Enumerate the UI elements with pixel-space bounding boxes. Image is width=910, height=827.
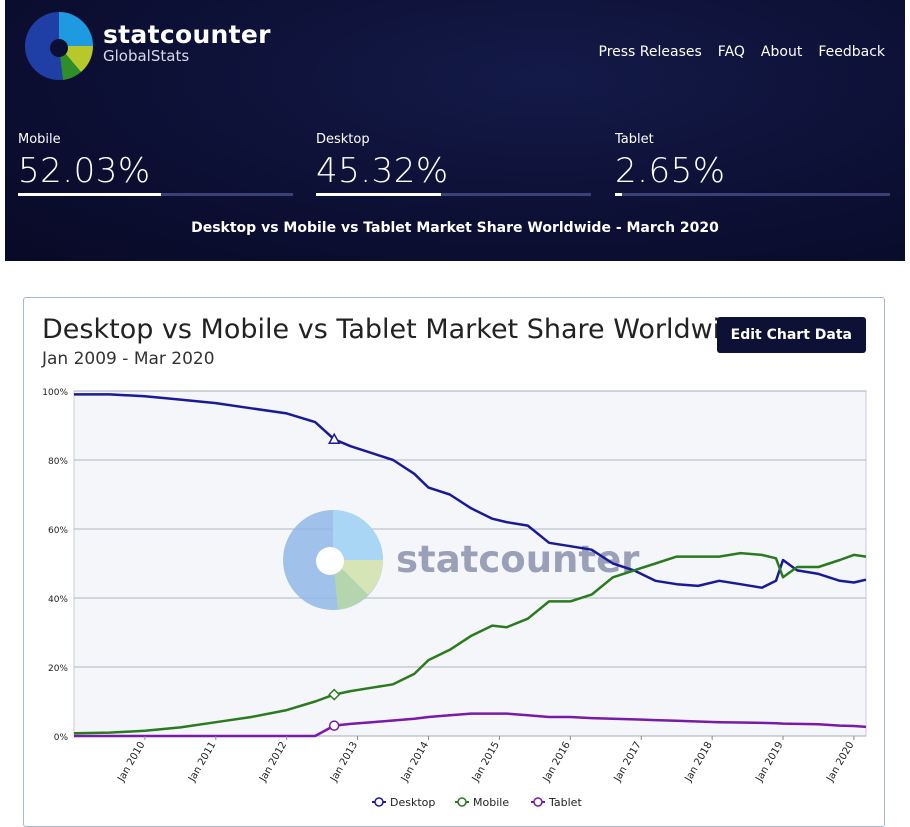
nav-about[interactable]: About	[761, 44, 802, 60]
y-tick-label: 20%	[48, 664, 68, 674]
x-tick-label: Jan 2014	[399, 740, 431, 785]
legend-marker-icon	[457, 797, 467, 807]
legend-item-tablet[interactable]: Tablet	[548, 796, 582, 809]
edit-chart-data-button[interactable]: Edit Chart Data	[716, 317, 866, 353]
legend-marker-icon	[533, 797, 543, 807]
stat-tablet: Tablet 2.65%	[615, 132, 890, 196]
x-tick-label: Jan 2017	[612, 740, 644, 785]
hero-caption: Desktop vs Mobile vs Tablet Market Share…	[191, 220, 719, 236]
data-point-marker[interactable]	[328, 720, 340, 731]
brand: statcounter GlobalStats	[103, 20, 271, 65]
x-tick-label: Jan 2013	[328, 740, 360, 785]
hero-banner: statcounter GlobalStats Press Releases F…	[5, 0, 905, 261]
stat-desktop: Desktop 45.32%	[316, 132, 591, 196]
brand-name: statcounter	[103, 20, 271, 49]
stat-value: 52.03%	[18, 151, 151, 191]
y-tick-label: 60%	[48, 526, 68, 536]
y-tick-label: 80%	[48, 457, 68, 467]
x-tick-label: Jan 2010	[115, 740, 147, 785]
stat-label: Tablet	[615, 132, 654, 147]
x-tick-label: Jan 2012	[257, 740, 289, 785]
x-tick-label: Jan 2019	[754, 740, 786, 785]
stat-bar	[615, 193, 890, 196]
x-tick-label: Jan 2016	[541, 740, 573, 785]
legend-item-desktop[interactable]: Desktop	[390, 796, 435, 809]
watermark-text: statcounter	[396, 538, 640, 581]
stat-bar-fill	[18, 193, 162, 196]
x-tick-label: Jan 2011	[186, 740, 218, 785]
x-tick-label: Jan 2018	[683, 740, 715, 785]
stat-bar-fill	[316, 193, 441, 196]
nav-feedback[interactable]: Feedback	[818, 44, 885, 60]
stat-label: Desktop	[316, 132, 370, 147]
line-chart: 0% 20% 40% 60% 80% 100% statcounter Jan 2010 J…	[42, 388, 867, 809]
y-tick-label: 100%	[42, 388, 68, 398]
stat-bar-fill	[615, 193, 623, 196]
chart-title: Desktop vs Mobile vs Tablet Market Share…	[42, 314, 754, 345]
y-tick-label: 40%	[48, 595, 68, 605]
legend-marker-icon	[374, 797, 384, 807]
stat-bar	[316, 193, 591, 196]
stat-bar	[18, 193, 293, 196]
stat-mobile: Mobile 52.03%	[18, 132, 293, 196]
chart-subtitle: Jan 2009 - Mar 2020	[42, 349, 215, 369]
legend-item-mobile[interactable]: Mobile	[473, 796, 509, 809]
y-tick-label: 0%	[54, 733, 69, 743]
stat-value: 45.32%	[316, 151, 449, 191]
x-tick-label: Jan 2015	[470, 740, 502, 785]
top-nav: Press Releases FAQ About Feedback	[599, 44, 886, 60]
x-tick-label: Jan 2020	[824, 740, 856, 785]
brand-subtitle: GlobalStats	[103, 47, 190, 65]
nav-faq[interactable]: FAQ	[718, 44, 745, 60]
stat-value: 2.65%	[615, 151, 726, 191]
stat-label: Mobile	[18, 132, 61, 147]
nav-press-releases[interactable]: Press Releases	[599, 44, 702, 60]
statcounter-logo-icon[interactable]	[23, 10, 95, 82]
